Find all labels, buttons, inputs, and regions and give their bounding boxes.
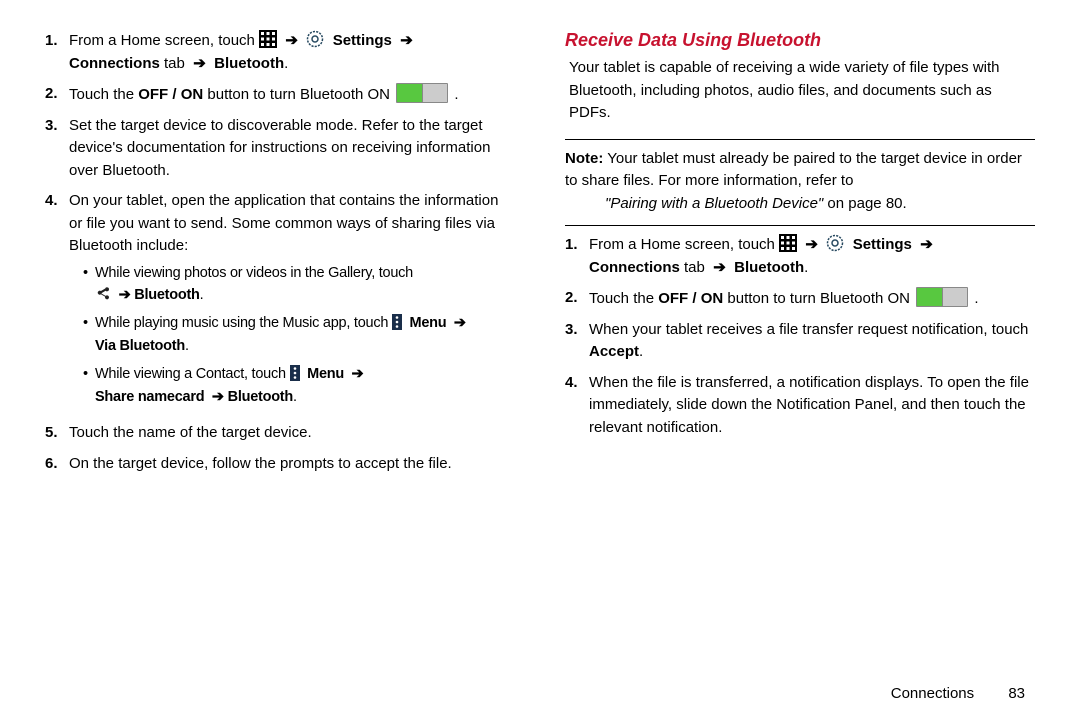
step-number: 1. xyxy=(565,234,589,279)
step-number: 1. xyxy=(45,30,69,75)
section-heading: Receive Data Using Bluetooth xyxy=(565,30,1035,51)
arrow: ➔ xyxy=(212,389,224,405)
step-number: 4. xyxy=(565,372,589,440)
text: From a Home screen, touch xyxy=(589,236,779,253)
text: button to turn Bluetooth ON xyxy=(723,290,914,307)
text: button to turn Bluetooth ON xyxy=(203,86,394,103)
step-1: 1. From a Home screen, touch ➔ Settings … xyxy=(45,30,515,75)
horizontal-rule xyxy=(565,139,1035,140)
footer-section: Connections xyxy=(891,685,974,702)
menu-dots-icon xyxy=(392,314,402,330)
menu-label: Menu xyxy=(307,366,344,382)
via-bluetooth-label: Via Bluetooth xyxy=(95,338,185,354)
step-5: 5. Touch the name of the target device. xyxy=(45,422,515,445)
text: While playing music using the Music app,… xyxy=(95,315,392,331)
step-3: 3. Set the target device to discoverable… xyxy=(45,115,515,183)
toggle-on-icon xyxy=(396,83,448,103)
bluetooth-label: Bluetooth xyxy=(734,259,804,276)
settings-gear-icon xyxy=(306,30,324,48)
apps-grid-icon xyxy=(259,30,277,48)
share-icon xyxy=(95,286,111,302)
share-namecard-label: Share namecard xyxy=(95,389,204,405)
text: When the file is transferred, a notifica… xyxy=(589,372,1035,440)
left-steps: 1. From a Home screen, touch ➔ Settings … xyxy=(45,30,515,475)
text: On your tablet, open the application tha… xyxy=(69,192,498,254)
step-number: 3. xyxy=(45,115,69,183)
bluetooth-label: Bluetooth xyxy=(134,287,199,303)
text: While viewing a Contact, touch xyxy=(95,366,290,382)
horizontal-rule xyxy=(565,225,1035,226)
text: Touch the xyxy=(69,86,138,103)
arrow: ➔ xyxy=(119,287,131,303)
off-on-label: OFF / ON xyxy=(138,86,203,103)
note-reference: "Pairing with a Bluetooth Device" xyxy=(605,195,823,212)
arrow: ➔ xyxy=(285,32,298,49)
accept-label: Accept xyxy=(589,343,639,360)
arrow: ➔ xyxy=(400,32,413,49)
step-4: 4. On your tablet, open the application … xyxy=(45,190,515,414)
step-2: 2. Touch the OFF / ON button to turn Blu… xyxy=(565,287,1035,311)
text: Set the target device to discoverable mo… xyxy=(69,115,515,183)
footer-page-number: 83 xyxy=(1008,685,1025,702)
note-label: Note: xyxy=(565,150,603,167)
menu-label: Menu xyxy=(410,315,447,331)
arrow: ➔ xyxy=(352,366,364,382)
toggle-on-icon xyxy=(916,287,968,307)
left-column: 1. From a Home screen, touch ➔ Settings … xyxy=(45,30,515,710)
note-block: Note: Your tablet must already be paired… xyxy=(565,148,1035,216)
sub-bullet-2: While playing music using the Music app,… xyxy=(83,312,515,357)
lead-paragraph: Your tablet is capable of receiving a wi… xyxy=(565,57,1035,125)
step-number: 3. xyxy=(565,319,589,364)
tab-label: tab xyxy=(160,55,185,72)
menu-dots-icon xyxy=(290,365,300,381)
sub-bullets: While viewing photos or videos in the Ga… xyxy=(69,262,515,409)
step-3: 3. When your tablet receives a file tran… xyxy=(565,319,1035,364)
step-6: 6. On the target device, follow the prom… xyxy=(45,453,515,476)
settings-label: Settings xyxy=(853,236,912,253)
off-on-label: OFF / ON xyxy=(658,290,723,307)
settings-gear-icon xyxy=(826,234,844,252)
bluetooth-label: Bluetooth xyxy=(228,389,293,405)
bluetooth-label: Bluetooth xyxy=(214,55,284,72)
page-content: 1. From a Home screen, touch ➔ Settings … xyxy=(0,0,1080,720)
arrow: ➔ xyxy=(454,315,466,331)
step-number: 2. xyxy=(45,83,69,107)
step-2: 2. Touch the OFF / ON button to turn Blu… xyxy=(45,83,515,107)
step-1: 1. From a Home screen, touch ➔ Settings … xyxy=(565,234,1035,279)
arrow: ➔ xyxy=(805,236,818,253)
text: From a Home screen, touch xyxy=(69,32,259,49)
arrow: ➔ xyxy=(713,259,726,276)
sub-bullet-3: While viewing a Contact, touch Menu ➔ Sh… xyxy=(83,363,515,408)
step-number: 6. xyxy=(45,453,69,476)
connections-label: Connections xyxy=(69,55,160,72)
text: While viewing photos or videos in the Ga… xyxy=(95,265,413,281)
step-number: 2. xyxy=(565,287,589,311)
note-text: Your tablet must already be paired to th… xyxy=(565,150,1022,190)
arrow: ➔ xyxy=(193,55,206,72)
text: Touch the name of the target device. xyxy=(69,422,515,445)
arrow: ➔ xyxy=(920,236,933,253)
tab-label: tab xyxy=(680,259,705,276)
connections-label: Connections xyxy=(589,259,680,276)
step-4: 4. When the file is transferred, a notif… xyxy=(565,372,1035,440)
right-steps: 1. From a Home screen, touch ➔ Settings … xyxy=(565,234,1035,439)
step-number: 4. xyxy=(45,190,69,414)
settings-label: Settings xyxy=(333,32,392,49)
apps-grid-icon xyxy=(779,234,797,252)
text: Touch the xyxy=(589,290,658,307)
text: On the target device, follow the prompts… xyxy=(69,453,515,476)
sub-bullet-1: While viewing photos or videos in the Ga… xyxy=(83,262,515,307)
text: When your tablet receives a file transfe… xyxy=(589,321,1028,338)
right-column: Receive Data Using Bluetooth Your tablet… xyxy=(565,30,1035,710)
note-page: on page 80. xyxy=(823,195,906,212)
step-number: 5. xyxy=(45,422,69,445)
page-footer: Connections 83 xyxy=(891,685,1025,702)
